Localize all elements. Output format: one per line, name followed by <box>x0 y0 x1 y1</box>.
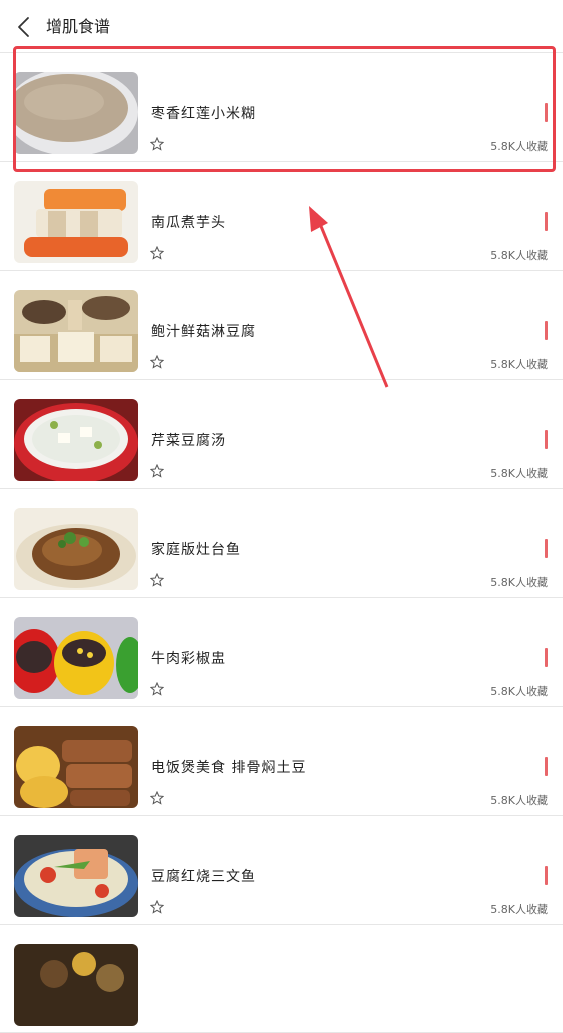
recipe-thumbnail <box>14 944 138 1026</box>
recipe-name: 芹菜豆腐汤 <box>151 433 226 449</box>
app-header: 增肌食谱 <box>0 0 563 52</box>
recipe-thumbnail <box>14 290 138 372</box>
star-icon[interactable] <box>150 573 164 587</box>
recipe-name: 家庭版灶台鱼 <box>151 542 241 558</box>
list-item[interactable]: 南瓜煮芋头 5.8K人收藏 <box>0 161 563 270</box>
star-icon[interactable] <box>150 246 164 260</box>
favorites-count: 5.8K人收藏 <box>490 576 548 589</box>
accent-bar <box>545 321 548 340</box>
accent-bar <box>545 866 548 885</box>
favorites-count: 5.8K人收藏 <box>490 903 548 916</box>
favorites-count: 5.8K人收藏 <box>490 794 548 807</box>
star-icon[interactable] <box>150 464 164 478</box>
favorites-count: 5.8K人收藏 <box>490 249 548 262</box>
list-item[interactable]: 家庭版灶台鱼 5.8K人收藏 <box>0 488 563 597</box>
list-item[interactable] <box>0 924 563 1033</box>
favorites-count: 5.8K人收藏 <box>490 685 548 698</box>
highlight-box <box>13 46 556 172</box>
list-item[interactable]: 芹菜豆腐汤 5.8K人收藏 <box>0 379 563 488</box>
accent-bar <box>545 648 548 667</box>
recipe-list: 枣香红莲小米糊 5.8K人收藏 南瓜煮芋头 5.8K人收藏 鲍汁鲜菇淋豆腐 5.… <box>0 52 563 1033</box>
recipe-name: 牛肉彩椒盅 <box>151 651 226 667</box>
list-item[interactable]: 电饭煲美食 排骨焖土豆 5.8K人收藏 <box>0 706 563 815</box>
recipe-name: 南瓜煮芋头 <box>151 215 226 231</box>
recipe-name: 鲍汁鲜菇淋豆腐 <box>151 324 256 340</box>
accent-bar <box>545 539 548 558</box>
star-icon[interactable] <box>150 791 164 805</box>
recipe-thumbnail <box>14 835 138 917</box>
accent-bar <box>545 757 548 776</box>
accent-bar <box>545 212 548 231</box>
recipe-name: 电饭煲美食 排骨焖土豆 <box>151 760 307 776</box>
star-icon[interactable] <box>150 355 164 369</box>
recipe-name: 豆腐红烧三文鱼 <box>151 869 256 885</box>
recipe-thumbnail <box>14 181 138 263</box>
star-icon[interactable] <box>150 900 164 914</box>
star-icon[interactable] <box>150 682 164 696</box>
recipe-thumbnail <box>14 726 138 808</box>
recipe-thumbnail <box>14 399 138 481</box>
recipe-thumbnail <box>14 617 138 699</box>
favorites-count: 5.8K人收藏 <box>490 358 548 371</box>
list-item[interactable]: 牛肉彩椒盅 5.8K人收藏 <box>0 597 563 706</box>
back-arrow-icon[interactable] <box>12 14 36 40</box>
list-item[interactable]: 豆腐红烧三文鱼 5.8K人收藏 <box>0 815 563 924</box>
recipe-thumbnail <box>14 508 138 590</box>
list-item[interactable]: 鲍汁鲜菇淋豆腐 5.8K人收藏 <box>0 270 563 379</box>
page-title: 增肌食谱 <box>46 17 111 36</box>
accent-bar <box>545 430 548 449</box>
favorites-count: 5.8K人收藏 <box>490 467 548 480</box>
